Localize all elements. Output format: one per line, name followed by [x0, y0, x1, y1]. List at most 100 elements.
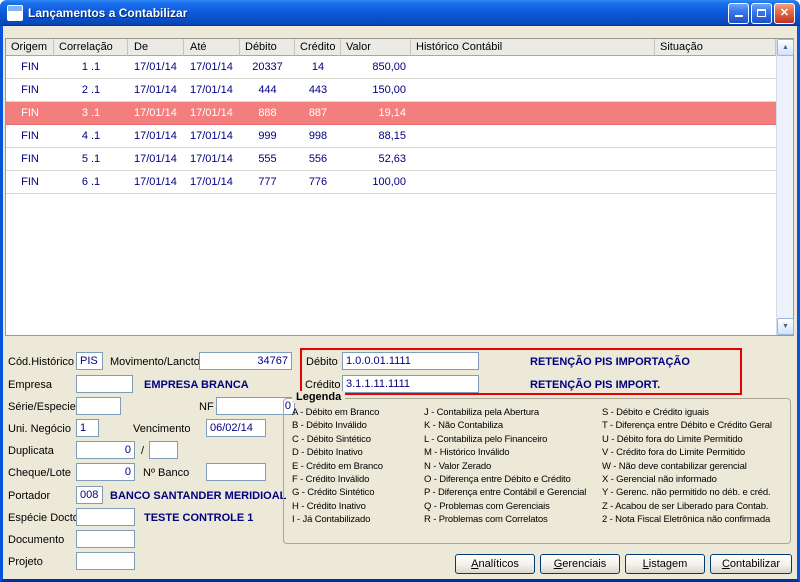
- legend-item: O - Diferença entre Débito e Crédito: [424, 474, 571, 486]
- uni-negocio-input[interactable]: [76, 419, 99, 437]
- legend-item: N - Valor Zerado: [424, 460, 492, 472]
- portador-label: Portador: [8, 490, 51, 502]
- grid-cell: [411, 148, 655, 170]
- column-header-situacao[interactable]: Situação: [655, 39, 776, 56]
- title-bar: Lançamentos a Contabilizar ✕: [0, 0, 800, 26]
- grid-cell: 17/01/14: [190, 84, 233, 96]
- credito-account-description: RETENÇÃO PIS IMPORT.: [530, 379, 661, 391]
- grid-row-6[interactable]: FIN 6 .1 17/01/14 17/01/14 777 776 100,0…: [6, 171, 776, 194]
- serie-especie-input[interactable]: [76, 397, 121, 415]
- grid-cell: 100,00: [372, 176, 406, 188]
- legend-item: X - Gerencial não informado: [602, 474, 717, 486]
- num-banco-input[interactable]: [206, 463, 266, 481]
- duplicata-label: Duplicata: [8, 445, 54, 457]
- grid-cell: 17/01/14: [190, 130, 233, 142]
- column-header-ate[interactable]: Até: [184, 39, 240, 56]
- scroll-up-icon: ▲: [782, 44, 789, 51]
- contabilizar-label: ontabilizar: [729, 558, 781, 570]
- uni-negocio-label: Uni. Negócio: [8, 423, 71, 435]
- grid-cell: FIN: [21, 130, 39, 142]
- grid-cell: 52,63: [378, 153, 406, 165]
- credito-account-input[interactable]: [342, 375, 479, 393]
- legend-item: J - Contabiliza pela Abertura: [424, 407, 539, 418]
- column-header-credito[interactable]: Crédito: [295, 39, 341, 56]
- grid-cell: 17/01/14: [190, 153, 233, 165]
- debito-account-input[interactable]: [342, 352, 479, 370]
- legend-item: W - Não deve contabilizar gerencial: [602, 460, 747, 472]
- legend-column-2: J - Contabiliza pela Abertura K - Não Co…: [424, 406, 586, 527]
- grid-row-2[interactable]: FIN 2 .1 17/01/14 17/01/14 444 443 150,0…: [6, 79, 776, 102]
- movimento-input[interactable]: [199, 352, 292, 370]
- especie-docto-description: TESTE CONTROLE 1: [144, 512, 254, 524]
- legend-item: D - Débito Inativo: [292, 447, 363, 459]
- grid-cell: 6 .1: [81, 176, 101, 188]
- grid-row-3-selected[interactable]: FIN 3 .1 17/01/14 17/01/14 888 887 19,14: [6, 102, 776, 125]
- grid-cell: 17/01/14: [190, 61, 233, 73]
- grid-cell: 999: [258, 130, 277, 142]
- listagem-button[interactable]: Listagem: [625, 554, 705, 574]
- grid-cell: 17/01/14: [134, 130, 177, 142]
- column-header-valor[interactable]: Valor: [341, 39, 411, 56]
- contabilizar-button[interactable]: Contabilizar: [710, 554, 792, 574]
- grid-cell: FIN: [21, 153, 39, 165]
- minimize-button[interactable]: [728, 2, 749, 24]
- column-header-de[interactable]: De: [128, 39, 184, 56]
- legend-title: Legenda: [292, 391, 346, 403]
- cod-historico-input[interactable]: [76, 352, 103, 370]
- portador-input[interactable]: [76, 486, 103, 504]
- empresa-input[interactable]: [76, 375, 133, 393]
- grid-row-4[interactable]: FIN 4 .1 17/01/14 17/01/14 999 998 88,15: [6, 125, 776, 148]
- grid-cell: 5 .1: [81, 153, 101, 165]
- grid-cell: [655, 171, 776, 193]
- scroll-down-button[interactable]: ▼: [777, 318, 794, 335]
- legend-item: Y - Gerenc. não permitido no déb. e créd…: [602, 487, 771, 499]
- legend-item: A - Débito em Branco: [292, 407, 380, 418]
- grid-row-1[interactable]: FIN 1 .1 17/01/14 17/01/14 20337 14 850,…: [6, 56, 776, 79]
- legend-item: H - Crédito Inativo: [292, 500, 366, 512]
- grid-cell: 19,14: [378, 107, 406, 119]
- listagem-label: istagem: [648, 558, 688, 570]
- scroll-up-button[interactable]: ▲: [777, 39, 794, 56]
- maximize-button[interactable]: [751, 2, 772, 24]
- duplicata-separator: /: [141, 445, 145, 457]
- projeto-input[interactable]: [76, 552, 135, 570]
- vencimento-label: Vencimento: [133, 423, 191, 435]
- grid-cell: 88,15: [378, 130, 406, 142]
- legend-item: F - Crédito Inválido: [292, 474, 370, 486]
- legend-item: C - Débito Sintético: [292, 433, 371, 445]
- column-header-debito[interactable]: Débito: [240, 39, 295, 56]
- close-button[interactable]: ✕: [774, 2, 795, 24]
- vencimento-input[interactable]: [206, 419, 266, 437]
- grid-cell: [655, 102, 776, 124]
- legend-item: M - Histórico Inválido: [424, 447, 510, 459]
- duplicata-input[interactable]: [76, 441, 135, 459]
- especie-docto-input[interactable]: [76, 508, 135, 526]
- duplicata-sequence-input[interactable]: [149, 441, 178, 459]
- grid-cell: 887: [308, 107, 328, 119]
- grid-cell: [411, 125, 655, 147]
- gerenciais-button[interactable]: Gerenciais: [540, 554, 620, 574]
- serie-especie-label: Série/Especie: [8, 401, 76, 413]
- vertical-scrollbar[interactable]: ▲ ▼: [776, 39, 794, 335]
- grid-row-5[interactable]: FIN 5 .1 17/01/14 17/01/14 555 556 52,63: [6, 148, 776, 171]
- grid-cell: 20337: [252, 61, 283, 73]
- grid-cell: [411, 56, 655, 78]
- column-header-historico[interactable]: Histórico Contábil: [411, 39, 655, 56]
- analiticos-button[interactable]: Analíticos: [455, 554, 535, 574]
- grid-header-row: Origem Correlação De Até Débito Crédito …: [6, 39, 776, 56]
- cheque-lote-input[interactable]: [76, 463, 135, 481]
- grid-cell: 776: [308, 176, 328, 188]
- especie-docto-label: Espécie Docto: [8, 512, 79, 524]
- app-icon[interactable]: [7, 5, 23, 21]
- contabilizar-accel: C: [721, 558, 730, 570]
- documento-input[interactable]: [76, 530, 135, 548]
- grid-cell: 850,00: [372, 61, 406, 73]
- legend-item: 2 - Nota Fiscal Eletrônica não confirmad…: [602, 514, 771, 526]
- legend-item: U - Débito fora do Limite Permitido: [602, 433, 743, 445]
- column-header-origem[interactable]: Origem: [6, 39, 54, 56]
- column-header-correlacao[interactable]: Correlação: [54, 39, 128, 56]
- legend-item: P - Diferença entre Contábil e Gerencial: [424, 487, 587, 499]
- grid-cell: 1 .1: [81, 61, 101, 73]
- legend-item: S - Débito e Crédito iguais: [602, 407, 709, 418]
- grid-cell: [411, 171, 655, 193]
